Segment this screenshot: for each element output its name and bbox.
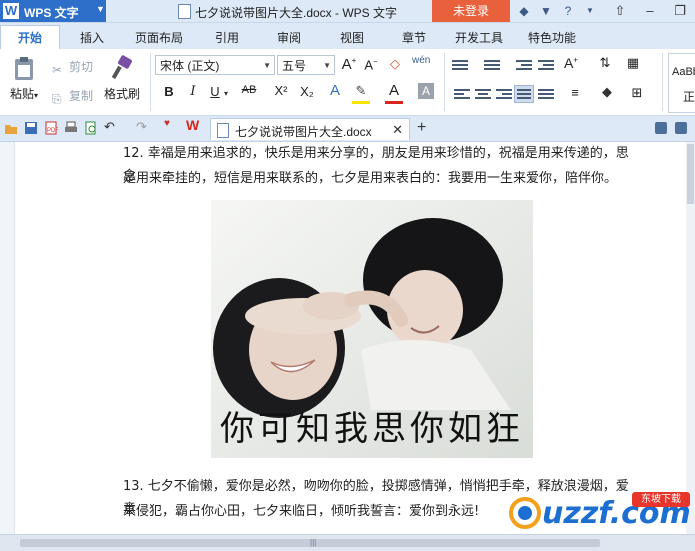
tab-home[interactable]: 开始 [0,25,60,50]
align-center-icon[interactable] [475,87,491,101]
style-gallery[interactable]: AaBb 正 [668,53,695,113]
help-icon[interactable]: ? [560,3,576,19]
distributed-align-icon[interactable] [538,87,554,101]
shirt-icon[interactable]: ▼ [538,3,554,19]
document-icon [217,123,229,138]
tab-review[interactable]: 审阅 [277,29,301,46]
paragraph-12-line-2: 是用来牵挂的，短信是用来联系的，七夕是用来表白的：我要用一生来爱你，陪伴你。 [123,171,618,186]
copy-icon: ⎘ [52,92,62,106]
grip-icon: ||| [310,538,317,547]
tab-page-layout[interactable]: 页面布局 [135,29,183,46]
close-tab-icon[interactable]: ✕ [392,122,403,138]
minimize-button[interactable]: – [635,0,665,22]
customize-quickbar-icon[interactable]: ♥ [164,118,178,132]
cut-button[interactable]: ✂ 剪切 [52,58,93,77]
maximize-button[interactable]: ❐ [665,0,695,22]
border-icon[interactable]: ⊞ [628,85,646,101]
strikethrough-button[interactable]: AB [238,84,260,96]
underline-button[interactable]: U [206,84,224,99]
login-button[interactable]: 未登录 [432,0,510,22]
align-right-icon[interactable] [496,87,512,101]
shading-bucket-icon[interactable]: ◆ [598,84,616,100]
font-size-select[interactable]: 五号 ▼ [277,55,335,75]
chevron-down-icon[interactable]: ▾ [224,89,228,98]
chevron-down-icon: ▼ [96,4,105,14]
redo-icon[interactable]: ↷ [136,119,150,134]
tab-special-features[interactable]: 特色功能 [528,29,576,46]
copy-button[interactable]: ⎘ 复制 [52,87,93,106]
new-tab-button[interactable]: + [417,119,426,137]
horizontal-scrollbar[interactable]: ||| [0,534,695,551]
tab-list-icon[interactable] [655,122,667,134]
phonetic-icon[interactable]: wén [412,55,430,66]
line-spacing-icon[interactable]: ≡ [566,85,584,100]
tab-developer[interactable]: 开发工具 [455,29,503,46]
document-icon [178,4,191,19]
wps-docer-icon[interactable]: W [186,117,200,133]
clear-format-icon[interactable]: ◇ [386,56,404,72]
italic-button[interactable]: I [184,84,202,99]
skin-icon[interactable]: ◆ [516,3,532,19]
bold-button[interactable]: B [160,84,178,99]
shrink-font-button[interactable]: A− [362,57,380,72]
title-bar: W WPS 文字 ▼ 七夕说说带图片大全.docx - WPS 文字 未登录 ◆… [0,0,695,23]
wps-logo-icon: W [3,3,19,19]
pin-icon[interactable]: ⇧ [605,0,635,22]
subscript-button[interactable]: X₂ [296,84,318,99]
paste-button[interactable]: 粘贴▾ [6,55,42,102]
print-preview-icon[interactable] [84,121,98,135]
paste-label: 粘贴 [9,87,34,101]
highlight-icon[interactable]: ✎ [352,83,370,99]
document-tab-name: 七夕说说带图片大全.docx [235,125,372,139]
table-grid-icon[interactable]: ▦ [624,55,642,71]
tab-references[interactable]: 引用 [215,29,239,46]
collapse-ribbon-icon[interactable] [675,122,687,134]
document-tab[interactable]: 七夕说说带图片大全.docx ✕ [210,118,410,140]
brush-icon [109,55,135,81]
export-pdf-icon[interactable]: PDF [44,121,58,135]
ribbon-toolbar: 粘贴▾ ✂ 剪切 ⎘ 复制 格式刷 宋体 (正文) ▼ 五号 ▼ A+ A− ◇ wén… [0,49,695,116]
watermark-badge: 东坡下载 [632,492,690,507]
style-name: 正 [683,90,695,104]
superscript-button[interactable]: X² [270,83,292,98]
justify-icon[interactable] [514,85,534,103]
scissors-icon: ✂ [52,63,63,77]
change-case-icon[interactable]: A+ [562,55,580,71]
app-name: WPS 文字 [24,6,79,20]
open-folder-icon[interactable] [4,121,18,135]
align-left-icon[interactable] [454,87,470,101]
char-shading-button[interactable]: A [418,83,434,99]
decrease-indent-icon[interactable] [516,58,532,72]
save-icon[interactable] [24,121,38,135]
document-canvas[interactable]: 12. 幸福是用来追求的，快乐是用来分享的，朋友是用来珍惜的，祝福是用来传递的，… [0,142,695,534]
left-gutter [0,142,15,534]
sort-icon[interactable]: ⇅ [596,55,614,71]
increase-indent-icon[interactable] [538,58,554,72]
grow-font-button[interactable]: A+ [340,56,358,73]
app-menu-button[interactable]: W WPS 文字 ▼ [0,0,106,22]
watermark-logo-icon [509,497,541,529]
format-painter-button[interactable]: 格式刷 [102,55,142,102]
undo-icon[interactable]: ↶ [104,119,118,134]
ribbon-tabs: 开始 插入 页面布局 引用 审阅 视图 章节 开发工具 特色功能 [0,23,695,50]
tab-view[interactable]: 视图 [340,29,364,46]
vertical-scrollbar[interactable] [686,142,695,534]
window-title: 七夕说说带图片大全.docx - WPS 文字 [178,4,397,21]
tab-chapter[interactable]: 章节 [402,29,426,46]
clipboard-icon [11,55,37,81]
font-color-button[interactable]: A [385,82,403,99]
scroll-thumb[interactable] [687,144,694,204]
couple-photo[interactable]: 你可知我思你如狂 [211,200,533,458]
tab-insert[interactable]: 插入 [80,29,104,46]
style-preview: AaBb [672,66,695,78]
bullet-list-icon[interactable] [452,58,468,72]
text-effect-button[interactable]: A [326,82,344,99]
font-name-select[interactable]: 宋体 (正文) ▼ [155,55,275,75]
svg-text:PDF: PDF [47,128,58,134]
quick-access-bar: PDF ↶ ↷ ♥ W 七夕说说带图片大全.docx ✕ + [0,116,695,142]
numbered-list-icon[interactable] [484,58,500,72]
photo-caption: 你可知我思你如狂 [220,409,524,449]
chevron-down-icon[interactable]: ▼ [582,3,598,19]
print-icon[interactable] [64,121,78,135]
